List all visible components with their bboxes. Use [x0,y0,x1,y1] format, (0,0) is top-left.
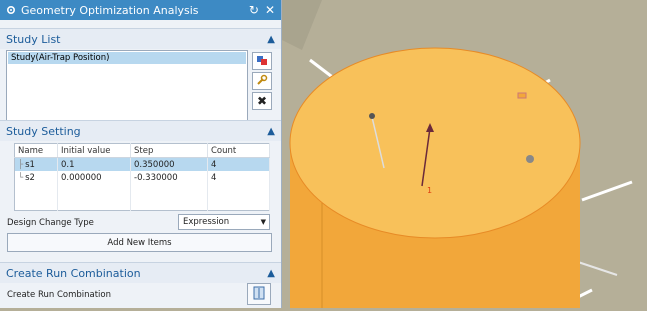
document-icon [253,286,265,303]
3d-viewport[interactable]: 1 [282,0,647,308]
add-study-icon [256,54,268,69]
gate-point [369,113,375,119]
variable-table: Name Initial value Step Count ├ s1 0.1 0.… [14,143,270,211]
chevron-up-icon[interactable]: ▲ [267,126,275,137]
edit-study-button[interactable] [252,72,272,90]
create-run-header[interactable]: Create Run Combination ▲ [0,262,281,283]
wrench-icon [256,74,268,89]
row-initial-value[interactable]: 0.1 [57,157,131,171]
add-new-items-button[interactable]: Add New Items [7,233,272,252]
gear-icon [6,5,16,15]
table-row[interactable]: └ s2 0.000000 -0.330000 4 [14,171,270,184]
row-name: ├ s1 [14,157,58,171]
table-row[interactable]: ├ s1 0.1 0.350000 4 [14,157,270,171]
row-name-text: s2 [25,172,35,183]
row-name-text: s1 [25,159,35,170]
table-row-empty [14,197,270,211]
create-run-title: Create Run Combination [6,266,141,280]
row-step[interactable]: -0.330000 [130,171,208,184]
optimization-panel: Geometry Optimization Analysis ↻ ✕ Study… [0,0,282,308]
row-count[interactable]: 4 [207,157,270,171]
viewport-scene: 1 [282,0,647,308]
study-list-item[interactable]: Study(Air-Trap Position) [8,52,246,64]
air-trap-point [526,155,534,163]
row-count[interactable]: 4 [207,171,270,184]
design-change-type-value: Expression [183,217,230,227]
table-row-empty [14,184,270,197]
part-top-face [289,47,581,239]
chevron-up-icon[interactable]: ▲ [267,34,275,45]
row-initial-value[interactable]: 0.000000 [57,171,131,184]
delete-study-button[interactable]: ✖ [252,92,272,110]
refresh-icon[interactable]: ↻ [249,4,259,16]
column-header: Step [130,143,208,158]
design-change-type-label: Design Change Type [7,218,94,228]
study-setting-header[interactable]: Study Setting ▲ [0,120,281,141]
chevron-up-icon[interactable]: ▲ [267,268,275,279]
create-run-button[interactable] [247,283,271,305]
point-label: 1 [427,186,432,195]
panel-title: Geometry Optimization Analysis [21,3,199,17]
column-header: Initial value [57,143,131,158]
panel-titlebar: Geometry Optimization Analysis ↻ ✕ [0,0,281,20]
add-study-button[interactable] [252,52,272,70]
close-icon[interactable]: ✕ [265,4,275,16]
column-header: Count [207,143,270,158]
close-icon: ✖ [256,94,268,108]
column-header: Name [14,143,58,158]
design-change-type-select[interactable]: Expression ▼ [178,214,270,230]
row-name: └ s2 [14,171,58,184]
table-header-row: Name Initial value Step Count [14,143,270,158]
study-list[interactable]: Study(Air-Trap Position) [6,50,248,122]
study-list-title: Study List [6,32,61,46]
create-run-label: Create Run Combination [7,290,111,300]
study-list-header[interactable]: Study List ▲ [0,28,281,49]
frame-joint [517,92,527,99]
chevron-down-icon: ▼ [260,218,266,226]
row-step[interactable]: 0.350000 [130,157,208,171]
study-setting-title: Study Setting [6,124,81,138]
